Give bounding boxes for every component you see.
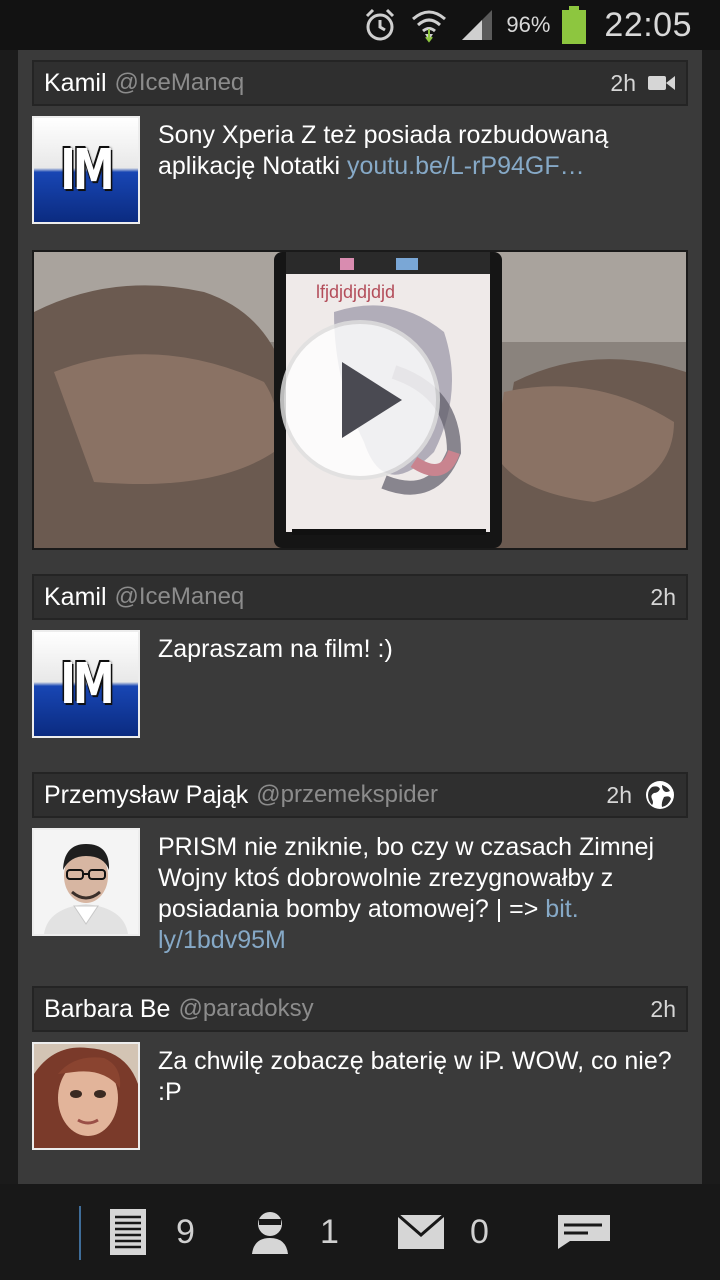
avatar[interactable]	[32, 828, 140, 936]
tweet-age: 2h	[650, 583, 676, 610]
tweet-age: 2h	[606, 781, 632, 808]
globe-icon	[646, 781, 674, 809]
battery-icon	[562, 6, 587, 44]
author-handle[interactable]: @IceManeq	[115, 69, 245, 97]
tweet-item[interactable]: Kamil @IceManeq 2h IM Sony Xperia Z też …	[32, 60, 688, 550]
compose-icon	[558, 1215, 610, 1249]
video-camera-icon	[648, 76, 675, 90]
tweet-header: Kamil @IceManeq 2h	[32, 60, 688, 106]
mentions-icon	[252, 1212, 288, 1254]
tweet-link[interactable]: youtu.be/L-rP94GF…	[347, 152, 585, 180]
tab-timeline[interactable]: 9	[110, 1184, 195, 1280]
timeline-count: 9	[176, 1212, 195, 1251]
tweet-header: Kamil @IceManeq 2h	[32, 574, 688, 620]
author-name[interactable]: Kamil	[44, 69, 107, 98]
avatar[interactable]	[32, 1042, 140, 1150]
wifi-icon	[412, 10, 447, 43]
tweet-item[interactable]: Barbara Be @paradoksy 2h Za chwilę zobac…	[32, 986, 688, 1166]
avatar[interactable]: IM	[32, 116, 140, 224]
avatar-logo: IM	[60, 651, 114, 717]
tab-mentions[interactable]: 1	[250, 1184, 339, 1280]
tab-messages[interactable]: 0	[398, 1184, 489, 1280]
alarm-icon	[366, 8, 395, 41]
tweet-age: 2h	[650, 995, 676, 1022]
tweet-text: Za chwilę zobaczę baterię w iP. WOW, co …	[158, 1047, 672, 1106]
author-name[interactable]: Przemysław Pająk	[44, 781, 248, 810]
battery-percent: 96%	[506, 12, 551, 37]
tweet-body: PRISM nie zniknie, bo czy w czasach Zimn…	[158, 833, 655, 923]
compose-button[interactable]	[558, 1184, 610, 1280]
video-screen-text: lfjdjdjdjdjd	[316, 282, 395, 302]
messages-count: 0	[470, 1212, 489, 1251]
tweet-item[interactable]: Kamil @IceManeq 2h IM Zapraszam na film!…	[32, 574, 688, 740]
author-handle[interactable]: @przemekspider	[256, 781, 438, 809]
author-name[interactable]: Kamil	[44, 583, 107, 612]
avatar-logo: IM	[60, 137, 114, 203]
tweet-header: Przemysław Pająk @przemekspider 2h	[32, 772, 688, 818]
video-thumbnail: lfjdjdjdjdjd	[34, 252, 686, 548]
tweet-item[interactable]: Przemysław Pająk @przemekspider 2h PRISM…	[32, 772, 688, 962]
author-name[interactable]: Barbara Be	[44, 995, 170, 1024]
mentions-count: 1	[320, 1212, 339, 1251]
avatar-photo	[34, 1044, 138, 1148]
tweet-age: 2h	[610, 69, 636, 96]
author-handle[interactable]: @IceManeq	[115, 583, 245, 611]
signal-icon	[462, 10, 493, 40]
messages-icon	[398, 1215, 444, 1249]
tweet-text: Zapraszam na film! :)	[158, 635, 393, 663]
status-bar: 96% 22:05	[0, 0, 720, 50]
tweet-text: PRISM nie zniknie, bo czy w czasach Zimn…	[158, 832, 682, 956]
tweet-header: Barbara Be @paradoksy 2h	[32, 986, 688, 1032]
tweet-text: Sony Xperia Z też posiada rozbudowaną ap…	[158, 120, 682, 182]
timeline-feed[interactable]: Kamil @IceManeq 2h IM Sony Xperia Z też …	[18, 50, 702, 1184]
video-preview[interactable]: lfjdjdjdjdjd	[32, 250, 688, 550]
timeline-icon	[110, 1209, 146, 1255]
avatar[interactable]: IM	[32, 630, 140, 738]
avatar-photo	[34, 830, 138, 934]
bottom-navigation: 9 1 0	[0, 1184, 720, 1280]
author-handle[interactable]: @paradoksy	[178, 995, 313, 1023]
clock: 22:05	[604, 5, 692, 44]
tab-divider	[79, 1206, 81, 1260]
